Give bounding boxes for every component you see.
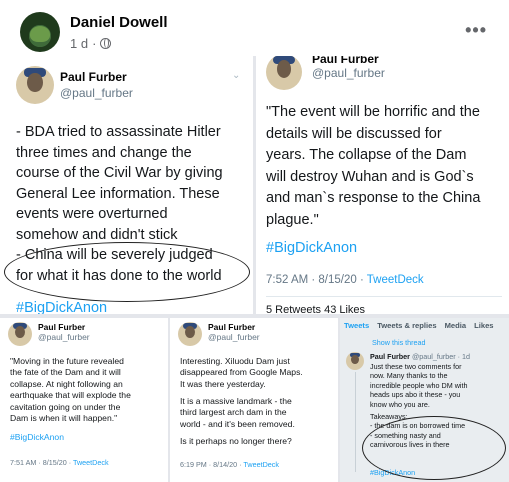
- tweet-line: incredible people who DM with: [370, 380, 468, 390]
- post-header: Daniel Dowell 1 d · •••: [0, 0, 509, 60]
- tweet-line: earthquake that will explode the: [10, 390, 131, 401]
- tweet-line: plague.": [266, 211, 319, 228]
- tweet-line: events were overturned: [16, 206, 168, 222]
- globe-icon: [100, 38, 112, 49]
- tweet-line: and man`s response to the China: [266, 190, 481, 206]
- hand-drawn-circle: [362, 416, 506, 480]
- tweet-hashtag: #BigDickAnon: [266, 240, 358, 256]
- tweet-stats: 5 Retweets 43 Likes: [266, 304, 366, 314]
- meta-separator: ·: [92, 36, 97, 51]
- tweet-timestamp: 7:51 AM · 8/15/20 · TweetDeck: [10, 458, 109, 467]
- post-time[interactable]: 1 d: [70, 36, 88, 51]
- tab-likes: Likes: [474, 321, 494, 330]
- frog-avatar-image: [30, 26, 50, 42]
- tweet-hashtag: #BigDickAnon: [10, 432, 64, 442]
- tweet-line: Is it perhaps no longer there?: [180, 436, 292, 446]
- tweet-screenshot-top-right: Paul Furber @paul_furber "The event will…: [256, 56, 509, 314]
- image-collage[interactable]: Paul Furber @paul_furber ⌄ - BDA tried t…: [0, 56, 509, 482]
- tweet-avatar: [266, 56, 302, 90]
- tweet-screenshot-bottom-left: Paul Furber @paul_furber "Moving in the …: [0, 318, 168, 482]
- tweet-line: now. Many thanks to the: [370, 371, 448, 381]
- tweet-author-name: Paul Furber: [38, 322, 86, 332]
- tweet-text: "Moving in the future revealed the fate …: [10, 356, 164, 424]
- tweet-screenshot-top-left: Paul Furber @paul_furber ⌄ - BDA tried t…: [0, 56, 253, 314]
- tweet-line: "Moving in the future revealed: [10, 356, 124, 366]
- tweet-author-name: Paul Furber: [312, 56, 379, 66]
- tweet-line: the fate of the Dam and it will: [10, 367, 121, 378]
- tweet-author-handle: @paul_furber: [208, 332, 260, 342]
- tweet-source: TweetDeck: [73, 458, 109, 467]
- profile-tabs: Tweets Tweets & replies Media Likes: [340, 318, 509, 334]
- tweet-author-handle: @paul_furber: [38, 332, 90, 342]
- chevron-down-icon: ⌄: [232, 70, 241, 81]
- tweet-text: Interesting. Xiluodu Dam just disappeare…: [180, 356, 334, 390]
- tweet-line: Just these two comments for: [370, 362, 462, 371]
- tweet-timestamp: 6:19 PM · 8/14/20 · TweetDeck: [180, 460, 279, 469]
- tweet-text: "The event will be horrific and the deta…: [266, 102, 506, 231]
- facebook-post: Daniel Dowell 1 d · ••• Paul Furber @pau…: [0, 0, 509, 482]
- tweet-author-name: Paul Furber @paul_furber · 1d: [370, 352, 470, 361]
- tweet-line: details will be discussed for: [266, 125, 442, 142]
- tweet-line: world - and it's been removed.: [180, 418, 295, 429]
- tab-tweets-replies: Tweets & replies: [377, 321, 437, 330]
- tweet-line: collapse. At night following an: [10, 378, 123, 389]
- tweet-line: Dam is when it will happen.": [10, 413, 118, 424]
- tweet-line: third largest arch dam in the: [180, 407, 287, 418]
- tweet-line: will destroy Wuhan and is God`s: [266, 168, 474, 185]
- author-avatar[interactable]: [20, 12, 60, 52]
- tweet-source: TweetDeck: [366, 274, 424, 286]
- tweet-line: heads ups abo it these - you: [370, 390, 461, 400]
- tweet-author-name: Paul Furber: [60, 70, 127, 84]
- tweet-avatar: [16, 66, 54, 104]
- tweet-avatar: [178, 322, 202, 346]
- tweet-text: Just these two comments for now. Many th…: [370, 362, 506, 409]
- tweet-line: It is a massive landmark - the: [180, 396, 292, 406]
- tweet-avatar: [346, 352, 364, 370]
- thread-line: [355, 372, 356, 472]
- tweet-line: General Lee information. These: [16, 185, 220, 202]
- hand-drawn-circle: [4, 242, 250, 302]
- tweet-author-handle: @paul_furber: [60, 86, 133, 100]
- post-meta: 1 d ·: [70, 36, 112, 51]
- tweet-source: TweetDeck: [243, 460, 279, 469]
- tweet-thread-screenshot: Tweets Tweets & replies Media Likes Show…: [340, 318, 509, 482]
- more-options-icon[interactable]: •••: [465, 20, 487, 41]
- tweet-line: Interesting. Xiluodu Dam just: [180, 356, 290, 366]
- tweet-line: course of the Civil War by giving: [16, 165, 223, 181]
- tweet-screenshot-bottom-middle: Paul Furber @paul_furber Interesting. Xi…: [170, 318, 338, 482]
- tweet-author-handle: @paul_furber: [312, 66, 385, 80]
- tab-tweets: Tweets: [344, 321, 370, 330]
- tweet-text: It is a massive landmark - the third lar…: [180, 396, 334, 430]
- tweet-line: - BDA tried to assassinate Hitler: [16, 124, 221, 140]
- tweet-hashtag: #BigDickAnon: [16, 300, 108, 314]
- show-thread-link: Show this thread: [372, 338, 426, 347]
- tweet-line: disappeared from Google Maps.: [180, 367, 303, 378]
- tweet-line: know who you are.: [370, 399, 430, 409]
- tweet-line: cavitation going on under the: [10, 401, 121, 412]
- tweet-line: "The event will be horrific and the: [266, 104, 480, 120]
- author-name[interactable]: Daniel Dowell: [70, 14, 168, 31]
- tweet-timestamp: 7:52 AM · 8/15/20 · TweetDeck: [266, 274, 424, 286]
- tab-media: Media: [444, 321, 467, 330]
- tweet-avatar: [8, 322, 32, 346]
- tweet-author-name: Paul Furber: [208, 322, 256, 332]
- tweet-line: three times and change the: [16, 144, 192, 161]
- tweet-divider: [266, 296, 502, 297]
- tweet-line: years. The collapse of the Dam: [266, 147, 467, 163]
- tweet-author-handle: @paul_furber · 1d: [411, 352, 470, 361]
- tweet-line: It was there yesterday.: [180, 378, 266, 389]
